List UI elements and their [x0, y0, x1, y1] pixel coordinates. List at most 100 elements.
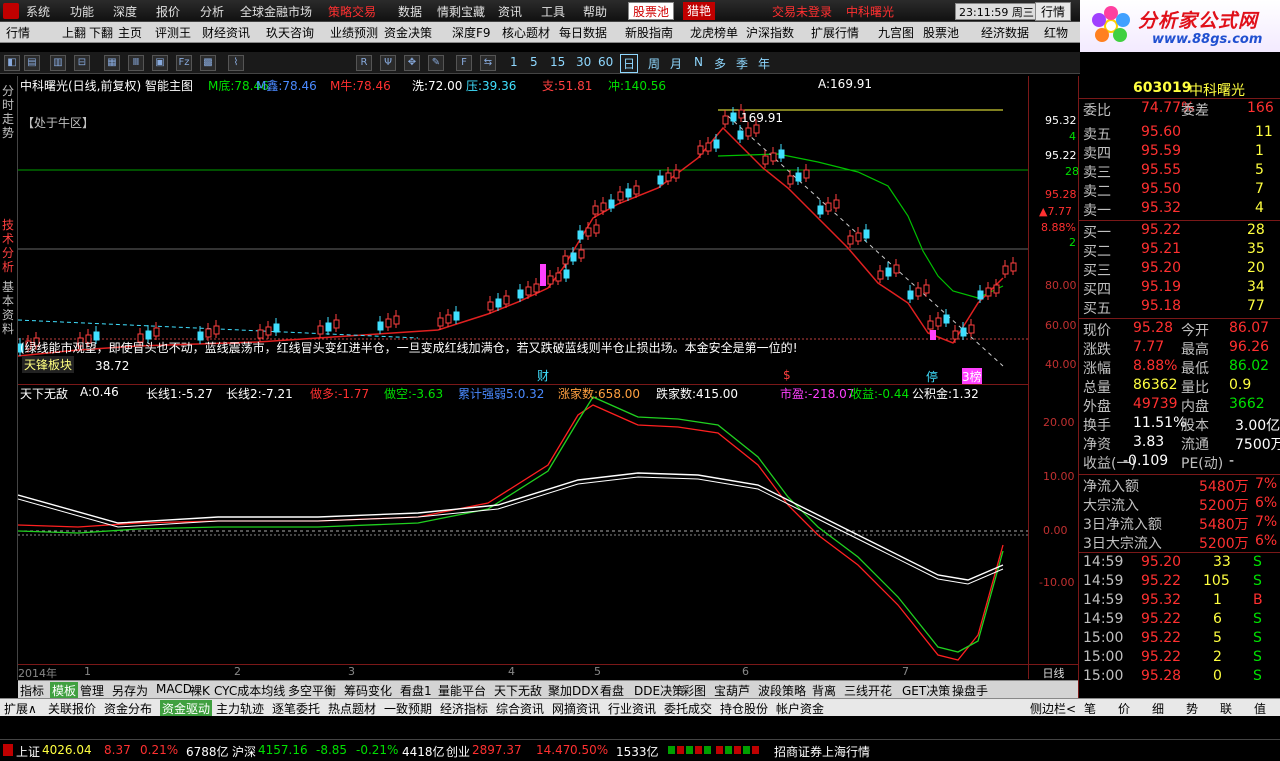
- menu-14[interactable]: 交易未登录: [772, 3, 832, 20]
- toolbar-13[interactable]: 龙虎榜单: [690, 24, 738, 41]
- window-icon[interactable]: ▣: [152, 55, 168, 71]
- quote-tab-0[interactable]: 笔: [1084, 700, 1096, 717]
- toolbar-18[interactable]: 经济数据: [981, 24, 1029, 41]
- period-5[interactable]: 5: [530, 55, 538, 69]
- toolbar-15[interactable]: 扩展行情: [811, 24, 859, 41]
- tab-19[interactable]: 三线开花: [844, 682, 892, 699]
- tab-11[interactable]: 天下无敌: [494, 682, 542, 699]
- toolbar-19[interactable]: 红物: [1044, 24, 1068, 41]
- marker-rank[interactable]: 3榜: [962, 368, 982, 385]
- tab-5[interactable]: 裸K: [190, 682, 210, 699]
- period-60[interactable]: 60: [598, 55, 613, 69]
- toolbar-8[interactable]: 资金决策: [384, 24, 432, 41]
- menu-5[interactable]: 全球金融市场: [240, 3, 312, 20]
- menu-11[interactable]: 帮助: [583, 3, 607, 20]
- tab-2[interactable]: 管理: [80, 682, 104, 699]
- bottom-tab-0[interactable]: 扩展∧: [4, 700, 37, 717]
- kline-chart[interactable]: [18, 76, 1028, 384]
- volume-icon[interactable]: Ⅲ: [128, 55, 144, 71]
- swap-icon[interactable]: ⇆: [480, 55, 496, 71]
- sidebar-toggle[interactable]: 侧边栏<: [1030, 700, 1076, 717]
- toolbar-6[interactable]: 玖天咨询: [266, 24, 314, 41]
- candle-icon[interactable]: ▥: [50, 55, 66, 71]
- pen-icon[interactable]: ✎: [428, 55, 444, 71]
- status-broker[interactable]: 招商证券上海行情: [774, 743, 870, 760]
- app-icon[interactable]: [3, 3, 19, 19]
- status-icon[interactable]: [3, 744, 13, 756]
- menu-3[interactable]: 报价: [156, 3, 180, 20]
- toolbar-10[interactable]: 核心题材: [502, 24, 550, 41]
- toolbar-11[interactable]: 每日数据: [559, 24, 607, 41]
- rsi-icon[interactable]: R: [356, 55, 372, 71]
- quote-tab-2[interactable]: 细: [1152, 700, 1164, 717]
- toolbar-7[interactable]: 业绩预测: [330, 24, 378, 41]
- tab-18[interactable]: 背离: [812, 682, 836, 699]
- leftnav-1[interactable]: 技术分析: [2, 218, 16, 274]
- period-N[interactable]: N: [694, 55, 703, 69]
- menu-4[interactable]: 分析: [200, 3, 224, 20]
- bottom-tab-5[interactable]: 逐笔委托: [272, 700, 320, 717]
- tab-15[interactable]: 彩图: [682, 682, 706, 699]
- tab-0[interactable]: 指标: [20, 682, 44, 699]
- fork-icon[interactable]: Ψ: [380, 55, 396, 71]
- marker-finance[interactable]: 财: [537, 367, 549, 384]
- quote-tab-4[interactable]: 联: [1220, 700, 1232, 717]
- tab-8[interactable]: 筹码变化: [344, 682, 392, 699]
- tab-9[interactable]: 看盘1: [400, 682, 432, 699]
- tab-6[interactable]: CYC成本均线: [214, 682, 285, 699]
- tab-7[interactable]: 多空平衡: [288, 682, 336, 699]
- sector-label[interactable]: 天锋板块: [22, 356, 75, 373]
- toolbar-0[interactable]: 行情: [6, 24, 30, 41]
- bottom-tab-14[interactable]: 帐户资金: [776, 700, 824, 717]
- menu-9[interactable]: 资讯: [498, 3, 522, 20]
- wave-icon[interactable]: ⌇: [228, 55, 244, 71]
- bottom-tab-10[interactable]: 网摘资讯: [552, 700, 600, 717]
- move-icon[interactable]: ✥: [404, 55, 420, 71]
- fz-icon[interactable]: Fz: [176, 55, 192, 71]
- quote-tab-1[interactable]: 价: [1118, 700, 1130, 717]
- toolbar-1[interactable]: 上翻: [62, 24, 86, 41]
- menu-13[interactable]: 猎艳: [683, 2, 716, 20]
- menu-10[interactable]: 工具: [541, 3, 565, 20]
- bottom-tab-1[interactable]: 关联报价: [48, 700, 96, 717]
- tab-1[interactable]: 模板: [50, 682, 79, 699]
- toolbar-4[interactable]: 评测王: [155, 24, 191, 41]
- menu-15[interactable]: 中科曙光: [846, 3, 894, 20]
- quote-tab-3[interactable]: 势: [1186, 700, 1198, 717]
- line-icon[interactable]: ⊟: [74, 55, 90, 71]
- grid-icon[interactable]: ▦: [104, 55, 120, 71]
- bars-icon[interactable]: ▤: [24, 55, 40, 71]
- tab-16[interactable]: 宝葫芦: [714, 682, 750, 699]
- period-周[interactable]: 周: [648, 55, 660, 72]
- bottom-tab-11[interactable]: 行业资讯: [608, 700, 656, 717]
- tab-4[interactable]: MACD: [156, 682, 192, 696]
- indicator-chart[interactable]: [18, 384, 1028, 664]
- period-15[interactable]: 15: [550, 55, 565, 69]
- bottom-tab-8[interactable]: 经济指标: [440, 700, 488, 717]
- marker-dollar[interactable]: $: [783, 368, 791, 382]
- formula-icon[interactable]: F: [456, 55, 472, 71]
- menu-8[interactable]: 情剩宝藏: [437, 3, 485, 20]
- leftnav-0[interactable]: 分时走势: [2, 84, 16, 140]
- quote-tab-5[interactable]: 值: [1254, 700, 1266, 717]
- tab-10[interactable]: 量能平台: [438, 682, 486, 699]
- tab-3[interactable]: 另存为: [112, 682, 148, 699]
- period-多[interactable]: 多: [714, 55, 726, 72]
- bottom-tab-13[interactable]: 持仓股份: [720, 700, 768, 717]
- toolbar-14[interactable]: 沪深指数: [746, 24, 794, 41]
- tab-13[interactable]: 看盘: [600, 682, 624, 699]
- period-月[interactable]: 月: [670, 55, 682, 72]
- tab-17[interactable]: 波段策略: [758, 682, 806, 699]
- bottom-tab-2[interactable]: 资金分布: [104, 700, 152, 717]
- hq-button[interactable]: 行情: [1035, 2, 1072, 21]
- period-30[interactable]: 30: [576, 55, 591, 69]
- period-1[interactable]: 1: [510, 55, 518, 69]
- bottom-tab-4[interactable]: 主力轨迹: [216, 700, 264, 717]
- toolbar-12[interactable]: 新股指南: [625, 24, 673, 41]
- menu-7[interactable]: 数据: [398, 3, 422, 20]
- toolbar-2[interactable]: 下翻: [89, 24, 113, 41]
- bottom-tab-12[interactable]: 委托成交: [664, 700, 712, 717]
- menu-2[interactable]: 深度: [113, 3, 137, 20]
- toolbar-3[interactable]: 主页: [118, 24, 142, 41]
- chart-type-icon[interactable]: ◧: [4, 55, 20, 71]
